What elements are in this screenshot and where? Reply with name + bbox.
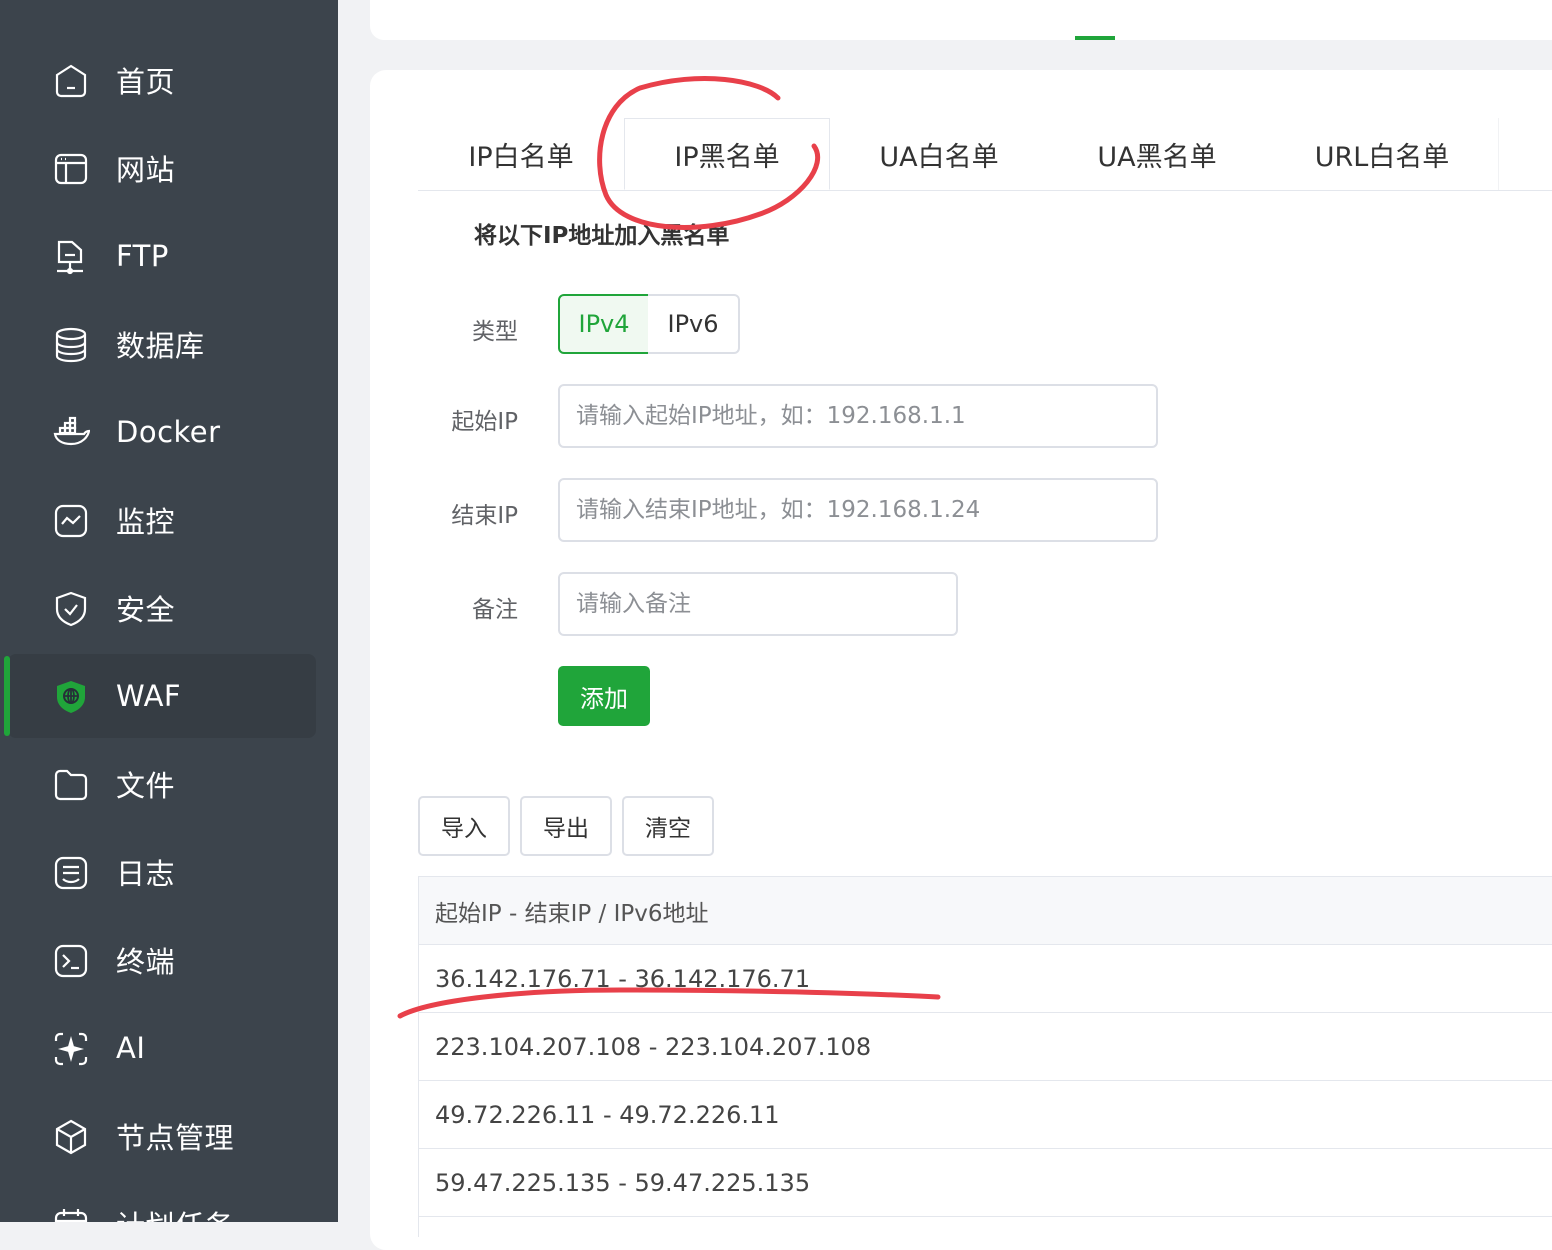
website-icon — [52, 150, 90, 188]
add-button[interactable]: 添加 — [558, 666, 650, 726]
tab-label: IP白名单 — [468, 141, 574, 173]
shield-check-icon — [52, 590, 90, 628]
table-row[interactable]: 59.47.225.135 - 59.47.225.135 — [419, 1149, 1552, 1217]
tab-label: URL白名单 — [1314, 141, 1450, 173]
sidebar-item-label: 安全 — [116, 593, 176, 627]
ipv4-toggle[interactable]: IPv4 — [558, 294, 650, 354]
sidebar-item-cron[interactable]: 计划任务 — [8, 1182, 316, 1222]
tab-label: UA白名单 — [879, 141, 999, 173]
terminal-icon — [52, 942, 90, 980]
tab-ua-whitelist[interactable]: UA白名单 — [830, 118, 1049, 190]
sidebar-item-label: 节点管理 — [116, 1121, 235, 1155]
sidebar-item-label: 网站 — [116, 153, 176, 187]
sidebar-item-label: 计划任务 — [116, 1203, 234, 1222]
calendar-icon — [52, 1206, 90, 1222]
export-button[interactable]: 导出 — [520, 796, 612, 856]
type-label: 类型 — [472, 319, 518, 345]
sidebar-item-ai[interactable]: AI — [8, 1006, 316, 1090]
end-ip-input[interactable] — [558, 478, 1158, 542]
sidebar-item-label: 文件 — [116, 769, 176, 803]
sidebar-item-home[interactable]: 首页 — [8, 38, 316, 122]
sidebar-item-waf[interactable]: WAF — [4, 654, 316, 738]
tab-ip-whitelist[interactable]: IP白名单 — [418, 118, 625, 190]
table-header: 起始IP - 结束IP / IPv6地址 — [419, 877, 1552, 945]
sidebar-item-nodes[interactable]: 节点管理 — [8, 1094, 316, 1178]
tab-label: IP黑名单 — [674, 141, 780, 173]
monitor-icon — [52, 502, 90, 540]
sidebar-item-label: 数据库 — [116, 329, 205, 363]
sidebar: 首页 网站 FTP 数据库 Docker 监控 安全 WAF 文件 日志 终端 … — [0, 0, 338, 1222]
start-ip-label: 起始IP — [451, 409, 518, 435]
ftp-icon — [52, 238, 90, 276]
sidebar-item-ftp[interactable]: FTP — [8, 214, 316, 298]
log-icon — [52, 854, 90, 892]
sidebar-item-security[interactable]: 安全 — [8, 566, 316, 650]
sidebar-item-label: 终端 — [116, 945, 176, 979]
clear-button[interactable]: 清空 — [622, 796, 714, 856]
sidebar-item-label: 日志 — [116, 857, 176, 891]
note-label: 备注 — [472, 597, 518, 623]
note-input[interactable] — [558, 572, 958, 636]
ai-sparkle-icon — [52, 1030, 90, 1068]
ipv6-toggle[interactable]: IPv6 — [648, 294, 740, 354]
tab-label: UA黑名单 — [1097, 141, 1217, 173]
folder-icon — [52, 766, 90, 804]
sidebar-item-label: 监控 — [116, 505, 176, 539]
home-icon — [52, 62, 90, 100]
sidebar-item-label: AI — [116, 1031, 146, 1065]
cube-icon — [52, 1118, 90, 1156]
sidebar-item-label: 首页 — [116, 65, 176, 99]
top-tab-bar — [370, 0, 1552, 40]
table-row[interactable]: 36.142.176.71 - 36.142.176.71 — [419, 945, 1552, 1013]
sidebar-item-files[interactable]: 文件 — [8, 742, 316, 826]
blacklist-table: 起始IP - 结束IP / IPv6地址 36.142.176.71 - 36.… — [418, 876, 1552, 1237]
sidebar-item-database[interactable]: 数据库 — [8, 302, 316, 386]
waf-shield-icon — [52, 678, 90, 716]
tab-ua-blacklist[interactable]: UA黑名单 — [1048, 118, 1267, 190]
sidebar-item-label: Docker — [116, 415, 221, 449]
table-row[interactable]: 223.104.207.108 - 223.104.207.108 — [419, 1013, 1552, 1081]
start-ip-input[interactable] — [558, 384, 1158, 448]
tab-url-whitelist[interactable]: URL白名单 — [1266, 118, 1499, 190]
database-icon — [52, 326, 90, 364]
tab-ip-blacklist[interactable]: IP黑名单 — [624, 118, 830, 190]
sidebar-item-logs[interactable]: 日志 — [8, 830, 316, 914]
form-title: 将以下IP地址加入黑名单 — [474, 223, 730, 249]
table-row[interactable]: 49.72.226.11 - 49.72.226.11 — [419, 1081, 1552, 1149]
sidebar-item-docker[interactable]: Docker — [8, 390, 316, 474]
top-tab-active-indicator — [1075, 36, 1115, 40]
sidebar-item-label: WAF — [116, 679, 182, 713]
import-button[interactable]: 导入 — [418, 796, 510, 856]
end-ip-label: 结束IP — [451, 503, 518, 529]
sidebar-item-website[interactable]: 网站 — [8, 126, 316, 210]
sidebar-item-monitor[interactable]: 监控 — [8, 478, 316, 562]
sidebar-item-label: FTP — [116, 239, 169, 273]
docker-icon — [52, 414, 90, 452]
sidebar-item-terminal[interactable]: 终端 — [8, 918, 316, 1002]
rule-tabs: IP白名单 IP黑名单 UA白名单 UA黑名单 URL白名单 — [418, 118, 1552, 191]
